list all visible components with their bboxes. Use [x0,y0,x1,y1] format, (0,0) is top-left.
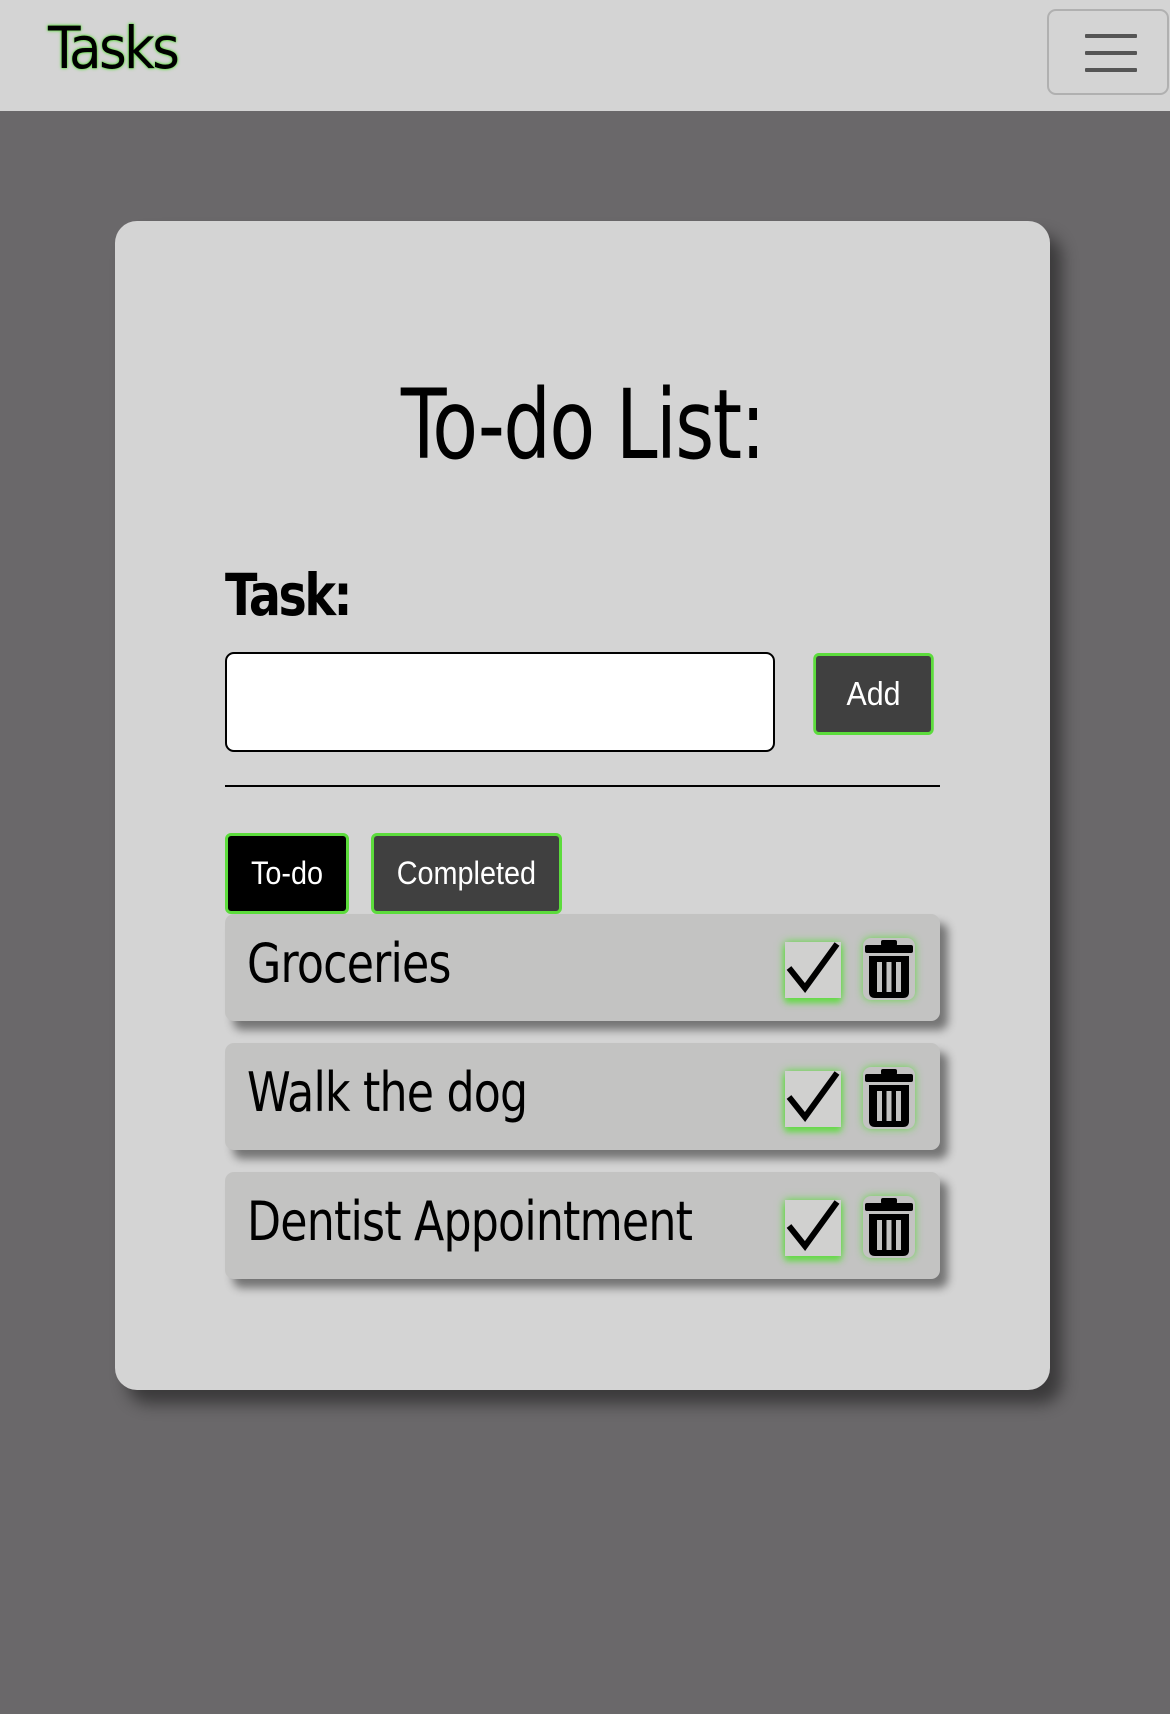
delete-task-button[interactable] [863,1196,915,1258]
task-item: Groceries [225,914,940,1021]
task-label: Task: [225,561,353,629]
task-item-text: Groceries [247,932,451,995]
complete-task-button[interactable] [785,942,841,998]
trash-icon [865,1198,913,1256]
trash-icon [865,1069,913,1127]
task-item-text: Dentist Appointment [247,1190,693,1253]
complete-task-button[interactable] [785,1200,841,1256]
task-item: Dentist Appointment [225,1172,940,1279]
todo-card: To-do List: Task: Add To-do Completed Gr… [115,221,1050,1390]
trash-icon [865,940,913,998]
delete-task-button[interactable] [863,938,915,1000]
complete-task-button[interactable] [785,1071,841,1127]
navbar: Tasks [0,0,1170,111]
add-button[interactable]: Add [813,653,934,735]
menu-toggle-button[interactable] [1047,9,1169,95]
tab-todo[interactable]: To-do [225,833,349,914]
checkmark-icon [786,942,840,993]
task-item: Walk the dog [225,1043,940,1150]
checkmark-icon [786,1071,840,1122]
brand-logo[interactable]: Tasks [48,14,180,82]
task-input[interactable] [225,652,775,752]
task-item-text: Walk the dog [247,1061,528,1124]
tab-todo-label: To-do [250,855,324,891]
divider [225,785,940,787]
tab-completed[interactable]: Completed [371,833,562,914]
checkmark-icon [786,1200,840,1251]
page-title: To-do List: [400,369,766,481]
delete-task-button[interactable] [863,1067,915,1129]
tab-completed-label: Completed [396,855,537,891]
